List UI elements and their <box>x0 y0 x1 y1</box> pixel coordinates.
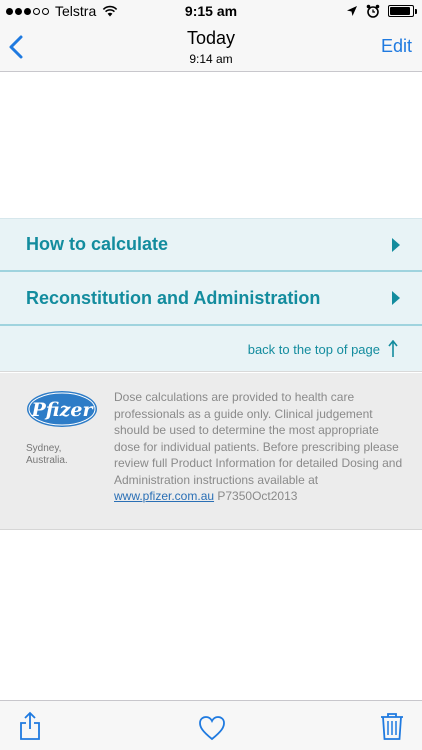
disclosure-arrow-icon <box>392 291 400 305</box>
disclaimer-text: Dose calculations are provided to health… <box>114 389 406 505</box>
product-code: P7350Oct2013 <box>214 489 298 503</box>
bottom-toolbar <box>0 700 422 750</box>
disclosure-arrow-icon <box>392 237 400 252</box>
alarm-clock-icon <box>366 4 380 18</box>
heart-icon[interactable] <box>198 713 226 743</box>
share-icon[interactable] <box>16 711 44 741</box>
company-location: Sydney, Australia. <box>26 443 68 467</box>
trash-icon[interactable] <box>378 711 406 741</box>
location-country: Australia. <box>26 455 68 466</box>
location-city: Sydney, <box>26 443 62 454</box>
section-reconstitution[interactable]: Reconstitution and Administration <box>0 272 422 324</box>
back-to-top-link[interactable]: back to the top of page <box>248 342 380 357</box>
pfizer-logo: Pfizer <box>27 391 97 427</box>
navigation-bar: Today 9:14 am Edit <box>0 22 422 72</box>
section-label: Reconstitution and Administration <box>26 287 321 308</box>
status-bar: Telstra 9:15 am <box>0 0 422 22</box>
location-arrow-icon <box>347 6 357 16</box>
status-right <box>346 4 417 18</box>
disclaimer-body: Dose calculations are provided to health… <box>114 390 403 487</box>
section-label: How to calculate <box>26 234 169 254</box>
arrow-up-icon[interactable] <box>388 340 398 358</box>
battery-icon <box>388 5 417 17</box>
svg-text:Pfizer: Pfizer <box>31 399 95 421</box>
pfizer-website-link[interactable]: www.pfizer.com.au <box>114 489 214 503</box>
edit-button[interactable]: Edit <box>381 36 412 57</box>
page-subtitle: 9:14 am <box>189 52 233 66</box>
back-to-top-row: back to the top of page <box>0 326 422 372</box>
battery-level <box>390 7 410 15</box>
page-title: Today <box>186 28 236 48</box>
disclaimer-panel: Pfizer Sydney, Australia. Dose calculati… <box>0 373 422 530</box>
section-how-to-calculate[interactable]: How to calculate <box>0 218 422 270</box>
